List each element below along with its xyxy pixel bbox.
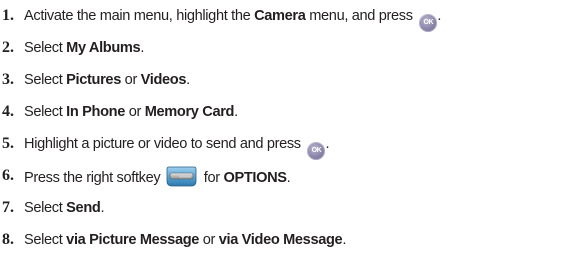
step-6: 6. Press the right softkey for OPTIONS. xyxy=(0,166,573,198)
step-text: Activate the main menu, highlight the Ca… xyxy=(24,6,441,32)
step-number: 1. xyxy=(2,7,14,24)
step-number: 8. xyxy=(2,231,14,248)
step-text-part: Press the right softkey xyxy=(24,170,165,186)
step-text-part: . xyxy=(186,72,190,88)
right-softkey-icon xyxy=(166,166,197,187)
step-text-part: Select xyxy=(24,200,67,216)
ok-key-icon: OK xyxy=(419,14,438,32)
step-text-part: . xyxy=(140,40,145,56)
step-bold-term: Camera xyxy=(254,8,306,24)
step-bold-term: Memory Card xyxy=(144,104,235,120)
step-text-part: or xyxy=(199,232,219,248)
step-number: 2. xyxy=(2,39,14,56)
step-number: 3. xyxy=(2,71,14,88)
step-text: Select My Albums. xyxy=(24,38,144,58)
step-text-part: or xyxy=(125,104,145,120)
instruction-steps: 1. Activate the main menu, highlight the… xyxy=(0,6,573,262)
step-text-part: . xyxy=(342,232,347,248)
step-4: 4. Select In Phone or Memory Card. xyxy=(0,102,573,134)
step-text: Select Pictures or Videos. xyxy=(24,70,190,90)
step-text: Select In Phone or Memory Card. xyxy=(24,102,238,122)
step-7: 7. Select Send. xyxy=(0,198,573,230)
step-text-part: Select xyxy=(24,72,67,88)
step-bold-term: via Picture Message xyxy=(66,232,200,248)
step-text-part: . xyxy=(325,136,330,152)
step-text-part: . xyxy=(234,104,238,120)
step-number: 4. xyxy=(2,103,14,120)
step-bold-term: Videos xyxy=(140,72,187,88)
step-text-part: Activate the main menu, highlight the xyxy=(24,8,255,24)
step-text-part: Select xyxy=(24,104,67,120)
step-bold-term: OPTIONS xyxy=(223,170,287,186)
step-1: 1. Activate the main menu, highlight the… xyxy=(0,6,573,38)
step-text: Highlight a picture or video to send and… xyxy=(24,134,330,160)
step-text-part: Select xyxy=(24,40,67,56)
ok-key-icon: OK xyxy=(307,142,326,160)
step-bold-term: Pictures xyxy=(66,72,121,88)
step-text-part: menu, and press xyxy=(305,8,417,24)
step-number: 5. xyxy=(2,135,14,152)
step-bold-term: My Albums xyxy=(66,40,141,56)
step-8: 8. Select via Picture Message or via Vid… xyxy=(0,230,573,262)
step-text: Select Send. xyxy=(24,198,104,218)
step-text-part: . xyxy=(437,8,442,24)
step-number: 7. xyxy=(2,199,14,216)
step-bold-term: In Phone xyxy=(66,104,125,120)
step-text-part: Highlight a picture or video to send and… xyxy=(24,136,305,152)
step-text-part: . xyxy=(100,200,105,216)
step-2: 2. Select My Albums. xyxy=(0,38,573,70)
step-5: 5. Highlight a picture or video to send … xyxy=(0,134,573,166)
step-3: 3. Select Pictures or Videos. xyxy=(0,70,573,102)
step-number: 6. xyxy=(2,167,14,184)
step-bold-term: via Video Message xyxy=(218,232,343,248)
step-text-part: . xyxy=(286,170,291,186)
step-text-part: for xyxy=(200,170,224,186)
step-text: Press the right softkey for OPTIONS. xyxy=(24,166,291,188)
step-text-part: Select xyxy=(24,232,67,248)
step-bold-term: Send xyxy=(66,200,101,216)
step-text: Select via Picture Message or via Video … xyxy=(24,230,346,250)
step-text-part: or xyxy=(120,72,141,88)
